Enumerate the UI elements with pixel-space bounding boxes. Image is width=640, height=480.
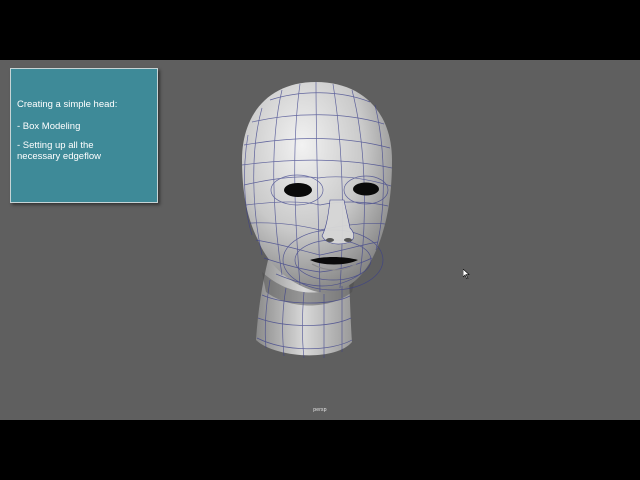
- camera-label: persp: [313, 407, 327, 413]
- info-panel: Creating a simple head: - Box Modeling -…: [10, 68, 158, 203]
- 3d-viewport[interactable]: Creating a simple head: - Box Modeling -…: [0, 60, 640, 420]
- info-bullet-edgeflow: - Setting up all the necessary edgeflow: [17, 140, 101, 162]
- nostril-right: [344, 238, 352, 242]
- mouse-pointer-icon: [463, 269, 470, 279]
- info-title: Creating a simple head:: [17, 99, 118, 110]
- right-eye-hole: [353, 182, 379, 196]
- left-eye-hole: [284, 183, 312, 197]
- nostril-left: [326, 238, 334, 242]
- info-bullet-box-modeling: - Box Modeling: [17, 121, 81, 132]
